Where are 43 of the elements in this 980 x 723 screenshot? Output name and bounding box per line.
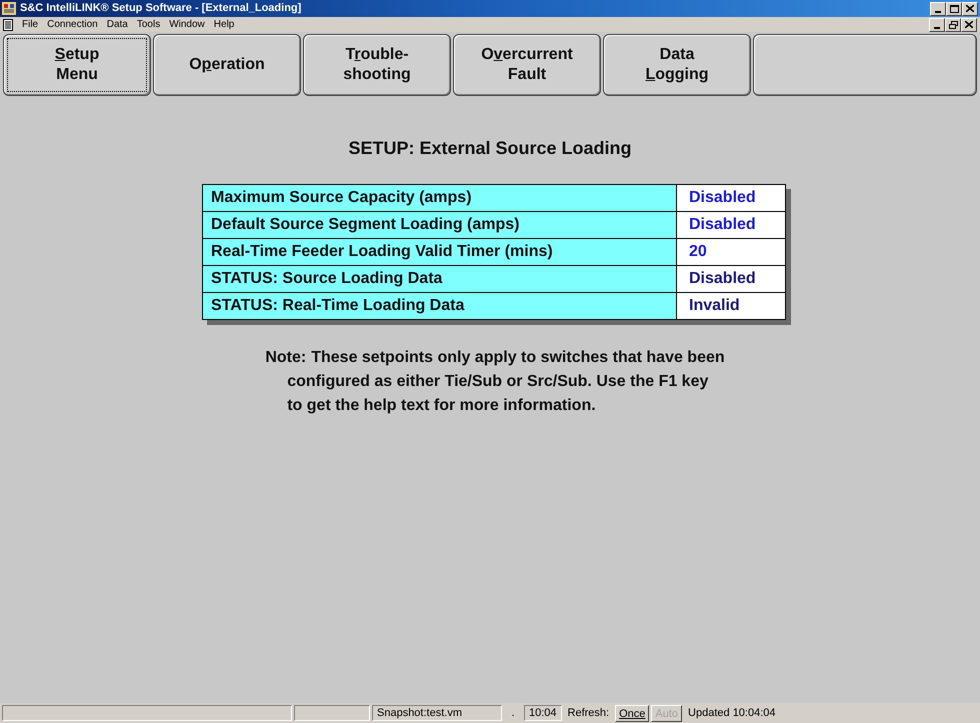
setting-label: STATUS: Source Loading Data <box>203 266 677 292</box>
setting-label: STATUS: Real-Time Loading Data <box>203 293 677 319</box>
window-title: S&C IntelliLINK® Setup Software - [External_Loading] <box>20 1 302 16</box>
menu-item[interactable]: Data <box>106 17 128 32</box>
minimize-button[interactable] <box>929 18 945 32</box>
status-text: . <box>510 706 516 721</box>
menu-item[interactable]: Window <box>169 17 205 32</box>
restore-button[interactable] <box>945 18 961 32</box>
snapshot-file: Snapshot:test.vm <box>372 705 502 721</box>
nav-button[interactable]: Setup Menu <box>3 34 151 96</box>
app-icon <box>2 2 16 15</box>
note-text: These setpoints only apply to switches that have been <box>311 348 725 368</box>
note-label: Note: <box>265 348 306 368</box>
nav-button[interactable]: Operation <box>153 34 301 96</box>
document-icon[interactable] <box>3 18 13 30</box>
maximize-button[interactable] <box>946 2 962 16</box>
status-time: 10:04 <box>524 705 562 721</box>
close-button[interactable] <box>962 2 978 16</box>
maximize-icon <box>950 4 958 12</box>
menu-item[interactable]: Tools <box>136 17 160 32</box>
setting-label: Default Source Segment Loading (amps) <box>203 212 677 238</box>
nav-button[interactable] <box>753 34 977 96</box>
updated-time: Updated 10:04:04 <box>687 706 777 721</box>
note-text: configured as either Tie/Sub or Src/Sub. Use the F1 key <box>287 372 710 392</box>
note-text: to get the help text for more information. <box>287 396 597 416</box>
nav-button[interactable]: Trouble- shooting <box>303 34 451 96</box>
nav-button[interactable]: Overcurrent Fault <box>453 34 601 96</box>
menu-item[interactable]: Help <box>214 17 234 32</box>
refresh-label: Refresh: <box>566 706 610 721</box>
refresh-button[interactable]: Once <box>615 704 650 722</box>
minimize-button[interactable] <box>930 2 946 16</box>
minimize-icon <box>934 26 940 28</box>
page-title: SETUP: External Source Loading <box>348 137 632 160</box>
minimize-icon <box>935 10 941 12</box>
close-icon <box>965 21 973 28</box>
setting-label: Real-Time Feeder Loading Valid Timer (mins) <box>203 239 677 265</box>
close-button[interactable] <box>961 18 977 32</box>
menu-item[interactable]: Connection <box>47 17 98 32</box>
close-icon <box>966 5 974 12</box>
setting-label: Maximum Source Capacity (amps) <box>203 185 677 211</box>
nav-button[interactable]: Data Logging <box>603 34 751 96</box>
restore-icon <box>948 20 958 28</box>
menu-item[interactable]: File <box>22 17 38 32</box>
